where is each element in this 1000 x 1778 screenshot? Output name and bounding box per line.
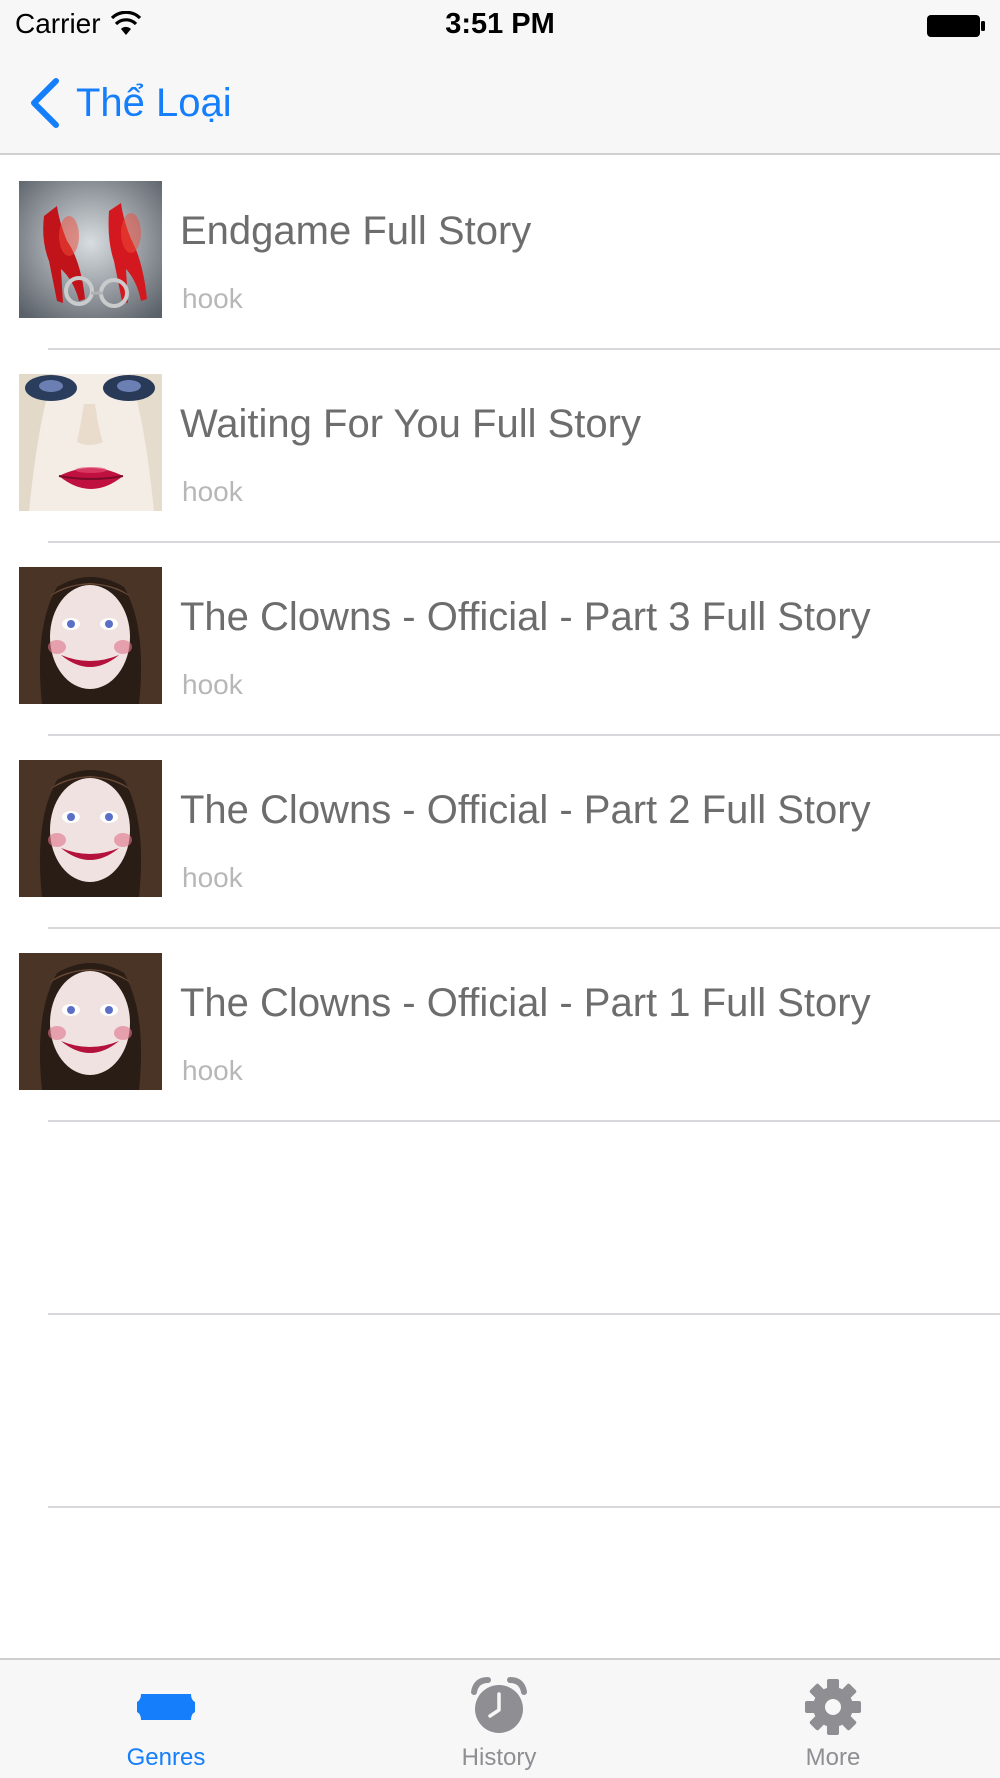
ticket-icon <box>137 1694 195 1720</box>
story-title: The Clowns - Official - Part 2 Full Stor… <box>180 788 871 832</box>
story-thumbnail <box>19 567 162 704</box>
story-title: Waiting For You Full Story <box>180 402 641 446</box>
story-list: Endgame Full Story hook Waiting For You … <box>0 157 1000 1508</box>
story-title: The Clowns - Official - Part 3 Full Stor… <box>180 595 871 639</box>
story-row[interactable]: The Clowns - Official - Part 2 Full Stor… <box>0 736 1000 929</box>
story-thumbnail <box>19 181 162 318</box>
empty-row <box>0 1315 1000 1508</box>
gear-icon <box>805 1679 861 1735</box>
story-row[interactable]: Endgame Full Story hook <box>0 157 1000 350</box>
story-row[interactable]: Waiting For You Full Story hook <box>0 350 1000 543</box>
story-thumbnail <box>19 374 162 511</box>
story-subtitle: hook <box>182 476 243 507</box>
tab-label: More <box>805 1744 861 1771</box>
tab-label: Genres <box>126 1744 206 1771</box>
battery-icon <box>927 15 985 37</box>
navigation-bar: Thể Loại <box>0 50 1000 155</box>
story-subtitle: hook <box>182 1055 243 1086</box>
status-bar: Carrier 3:51 PM <box>0 0 1000 50</box>
story-title: Endgame Full Story <box>180 209 532 253</box>
tab-history[interactable]: History <box>399 1660 599 1778</box>
story-row[interactable]: The Clowns - Official - Part 3 Full Stor… <box>0 543 1000 736</box>
story-row[interactable]: The Clowns - Official - Part 1 Full Stor… <box>0 929 1000 1122</box>
back-button[interactable]: Thể Loại <box>28 76 232 130</box>
story-thumbnail <box>19 760 162 897</box>
tab-more[interactable]: More <box>733 1660 933 1778</box>
story-subtitle: hook <box>182 862 243 893</box>
row-separator <box>48 1506 1000 1508</box>
back-button-label: Thể Loại <box>76 80 232 125</box>
story-subtitle: hook <box>182 283 243 314</box>
status-time: 3:51 PM <box>445 8 555 40</box>
story-title: The Clowns - Official - Part 1 Full Stor… <box>180 981 871 1025</box>
story-thumbnail <box>19 953 162 1090</box>
alarm-clock-icon <box>471 1677 527 1733</box>
tab-label: History <box>461 1744 537 1771</box>
empty-row <box>0 1122 1000 1315</box>
tab-genres[interactable]: Genres <box>66 1660 266 1778</box>
chevron-left-icon <box>31 78 59 128</box>
story-subtitle: hook <box>182 669 243 700</box>
tab-bar: Genres History More <box>0 1658 1000 1778</box>
